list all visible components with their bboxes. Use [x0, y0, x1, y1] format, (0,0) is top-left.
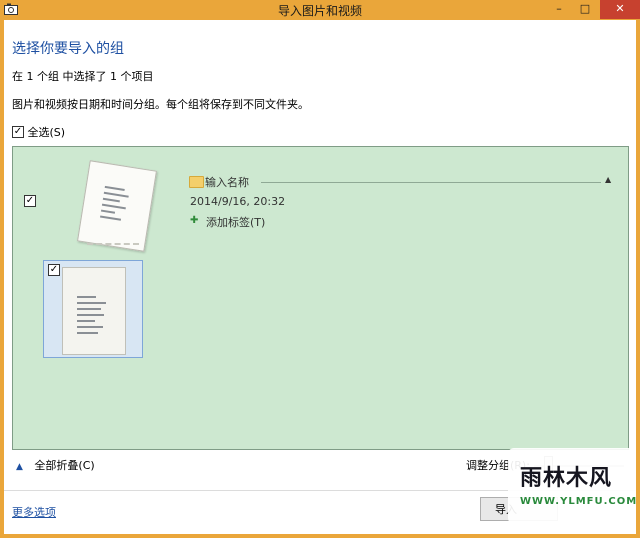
close-button[interactable]: ✕ — [600, 0, 640, 19]
selection-summary: 在 1 个组 中选择了 1 个项目 — [12, 70, 154, 83]
select-all-label: 全选(S) — [27, 126, 66, 139]
import-dialog: 导入图片和视频 – □ ✕ 选择你要导入的组 在 1 个组 中选择了 1 个项目… — [0, 0, 640, 538]
group-date: 2014/9/16, 20:32 — [190, 195, 286, 208]
group-list[interactable]: ✓ 输入名称 ▲ 2014/9/16, 20:32 ✚ 添加标签(T) ✓ — [12, 146, 629, 450]
document-text-lines — [99, 185, 132, 226]
chevron-up-icon: ▲ — [16, 462, 23, 472]
title-bar[interactable]: 导入图片和视频 – □ ✕ — [0, 0, 640, 20]
collapse-all-label: 全部折叠(C) — [34, 459, 95, 472]
select-all-checkbox[interactable]: ✓ 全选(S) — [12, 124, 65, 140]
chevron-up-icon[interactable]: ▲ — [605, 175, 611, 184]
add-tag-icon[interactable]: ✚ — [190, 215, 198, 226]
group-checkbox[interactable]: ✓ — [24, 195, 36, 207]
folder-icon — [189, 176, 204, 188]
checkbox-checked-icon: ✓ — [12, 126, 24, 138]
watermark-logo: 雨林木风 WWW.YLMFU.COM — [508, 448, 636, 524]
grouping-description: 图片和视频按日期和时间分组。每个组将保存到不同文件夹。 — [12, 98, 309, 111]
watermark-url: WWW.YLMFU.COM — [520, 496, 638, 507]
watermark-text: 雨林木风 — [520, 466, 613, 491]
page-title: 选择你要导入的组 — [12, 41, 124, 57]
document-text-lines — [77, 296, 109, 338]
document-image — [62, 267, 126, 355]
item-thumbnail[interactable]: ✓ — [43, 260, 143, 358]
collapse-all-button[interactable]: ▲ 全部折叠(C) — [16, 457, 95, 473]
item-checkbox[interactable]: ✓ — [48, 264, 60, 276]
maximize-button[interactable]: □ — [572, 0, 598, 19]
group-name-underline — [261, 182, 601, 183]
stack-shadow — [87, 235, 139, 245]
window-border — [0, 534, 640, 538]
add-tag-link[interactable]: 添加标签(T) — [206, 214, 265, 230]
minimize-button[interactable]: – — [548, 0, 570, 19]
more-options-link[interactable]: 更多选项 — [12, 504, 56, 520]
group-name-input[interactable]: 输入名称 — [205, 174, 249, 190]
window-title: 导入图片和视频 — [277, 4, 362, 18]
